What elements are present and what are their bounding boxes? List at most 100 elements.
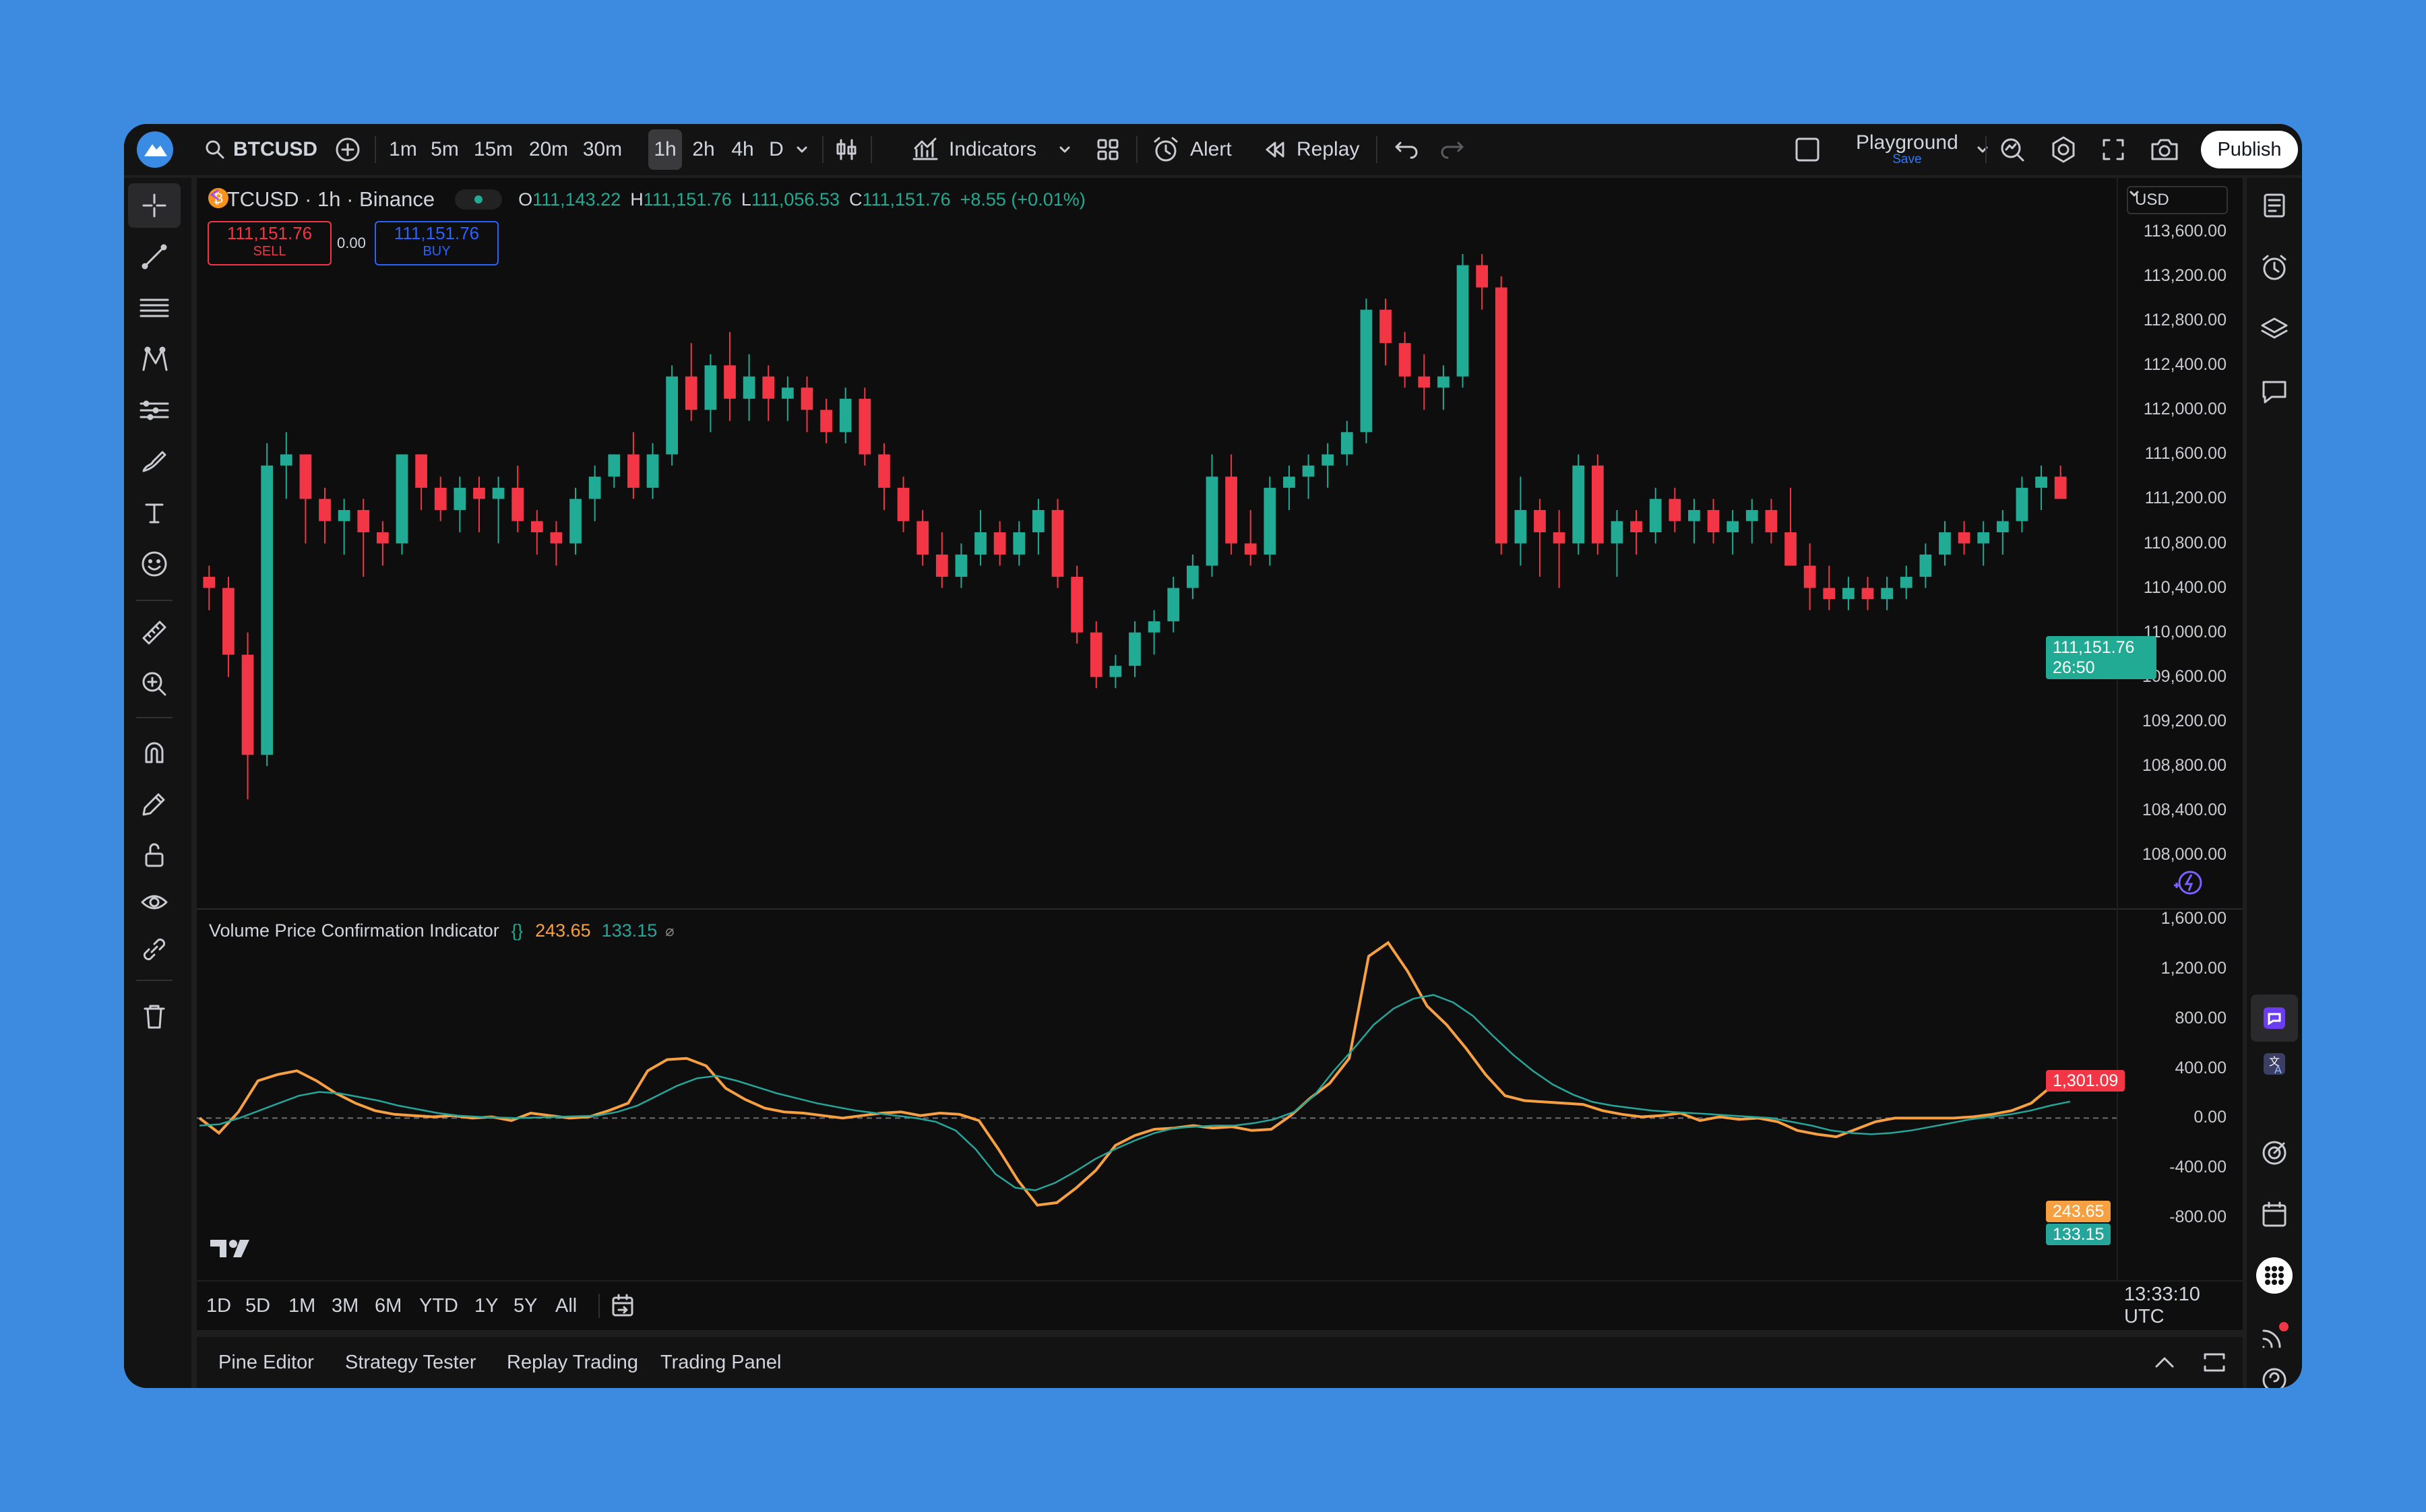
layouts-button[interactable] — [1094, 124, 1121, 175]
range-3m[interactable]: 3M — [332, 1282, 359, 1330]
timeframe-2h[interactable]: 2h — [686, 129, 721, 170]
brush-tool[interactable] — [128, 439, 181, 484]
candle — [955, 543, 968, 588]
forecast-tool[interactable] — [128, 388, 181, 433]
indicator-tag-signal: 133.15 — [2046, 1224, 2111, 1245]
range-1y[interactable]: 1Y — [474, 1282, 498, 1330]
chart-canvas[interactable] — [197, 178, 2243, 1280]
publish-button[interactable]: Publish — [2201, 131, 2298, 168]
ruler-icon — [142, 621, 166, 645]
indicator-name[interactable]: Volume Price Confirmation Indicator — [209, 920, 499, 941]
source-code-icon[interactable]: {} — [511, 920, 523, 941]
buy-button[interactable]: 111,151.76 BUY — [375, 221, 499, 265]
settings-button[interactable] — [2049, 124, 2078, 175]
market-status[interactable] — [210, 189, 503, 210]
measure-tool[interactable] — [128, 610, 181, 655]
watchlist-button[interactable] — [2251, 182, 2298, 229]
fullscreen-button[interactable] — [2100, 124, 2127, 175]
indicators-button[interactable]: Indicators — [911, 124, 1073, 175]
candle — [377, 521, 389, 566]
candle — [1803, 543, 1816, 610]
notifications-button[interactable] — [2251, 1313, 2298, 1360]
candle-series — [203, 254, 2067, 800]
alerts-button[interactable] — [2251, 244, 2298, 291]
candle — [1456, 254, 1469, 388]
currency-select[interactable]: USD — [2127, 186, 2228, 214]
tab-trading-panel[interactable]: Trading Panel — [660, 1337, 781, 1388]
redo-button[interactable] — [1441, 124, 1468, 175]
symbol-name: BTCUSD — [233, 138, 317, 160]
hide-tool[interactable] — [128, 880, 181, 924]
price-axis-label: 111,200.00 — [2144, 489, 2227, 508]
timeframe-20m[interactable]: 20m — [522, 129, 576, 170]
symbol-title[interactable]: BTCUSD · 1h · Binance — [213, 187, 435, 212]
keep-drawing-tool[interactable] — [128, 782, 181, 826]
candle — [2035, 465, 2047, 510]
crosshair-tool[interactable] — [128, 183, 181, 228]
timeframe-15m[interactable]: 15m — [468, 129, 519, 170]
quick-search-button[interactable] — [1997, 124, 2027, 175]
products-button[interactable] — [2251, 1252, 2298, 1299]
trendline-tool[interactable] — [128, 234, 181, 279]
delete-tool[interactable] — [128, 995, 181, 1039]
help-button[interactable] — [2251, 1365, 2298, 1388]
text-tool[interactable] — [128, 491, 181, 535]
range-ytd[interactable]: YTD — [419, 1282, 458, 1330]
replay-button[interactable]: Replay — [1263, 124, 1359, 175]
symbol-search[interactable]: BTCUSD — [204, 124, 317, 175]
hotlists-button[interactable] — [2251, 1129, 2298, 1176]
tab-replay-trading[interactable]: Replay Trading — [507, 1337, 638, 1388]
timeframe-1m[interactable]: 1m — [384, 129, 422, 170]
layout-square-icon — [1795, 137, 1820, 162]
undo-button[interactable] — [1391, 124, 1418, 175]
range-1d[interactable]: 1D — [206, 1282, 231, 1330]
range-1m[interactable]: 1M — [288, 1282, 315, 1330]
object-tree-button[interactable] — [2251, 306, 2298, 353]
range-5y[interactable]: 5Y — [514, 1282, 537, 1330]
chart-type-button[interactable] — [833, 124, 860, 175]
assistant-icon — [2264, 1007, 2285, 1029]
maximize-panel-button[interactable] — [2201, 1337, 2228, 1388]
chart-area[interactable]: ₿ BTCUSD · 1h · Binance O 111,143.22 H 1… — [197, 178, 2243, 1329]
calendar-button[interactable] — [2251, 1191, 2298, 1238]
candle — [1476, 254, 1489, 310]
alert-button[interactable]: Alert — [1151, 124, 1232, 175]
timeframe-5m[interactable]: 5m — [425, 129, 465, 170]
lock-tool[interactable] — [128, 833, 181, 877]
layout-select[interactable]: Playground Save — [1793, 124, 1991, 175]
range-5d[interactable]: 5D — [245, 1282, 270, 1330]
zoom-tool[interactable] — [128, 662, 181, 706]
timeframe-30m[interactable]: 30m — [578, 129, 627, 170]
candle — [299, 454, 312, 544]
pattern-tool[interactable] — [128, 337, 181, 381]
sell-button[interactable]: 111,151.76 SELL — [208, 221, 332, 265]
tab-pine-editor[interactable]: Pine Editor — [218, 1337, 314, 1388]
layers-icon — [2261, 317, 2288, 339]
clock[interactable]: 13:33:10 UTC — [2124, 1282, 2243, 1330]
app-window: BTCUSD 1m 5m 15m 20m 30m 1h 2h 4h D Indi… — [124, 124, 2302, 1388]
layout-name: Playground — [1856, 131, 1958, 154]
user-avatar[interactable] — [136, 124, 177, 175]
ai-assistant-button[interactable] — [2251, 995, 2298, 1042]
chats-button[interactable] — [2251, 368, 2298, 415]
candle — [1264, 476, 1276, 566]
emoji-tool[interactable] — [128, 542, 181, 586]
range-all[interactable]: All — [555, 1282, 577, 1330]
timeframe-4h[interactable]: 4h — [725, 129, 760, 170]
magnet-tool[interactable] — [128, 730, 181, 775]
collapse-panel-button[interactable] — [2151, 1337, 2178, 1388]
fib-tool[interactable] — [128, 286, 181, 330]
tab-strategy-tester[interactable]: Strategy Tester — [345, 1337, 476, 1388]
candle — [859, 387, 871, 466]
snapshot-button[interactable] — [2150, 124, 2179, 175]
timeframe-d[interactable]: D — [763, 129, 790, 170]
link-tool[interactable] — [128, 927, 181, 972]
layout-save-label[interactable]: Save — [1892, 153, 1921, 166]
timeframe-dropdown[interactable] — [794, 124, 810, 175]
range-6m[interactable]: 6M — [375, 1282, 402, 1330]
signal-feed-icon — [2262, 1322, 2289, 1348]
compare-button[interactable] — [334, 124, 361, 175]
goto-date-button[interactable] — [609, 1282, 636, 1330]
timeframe-1h[interactable]: 1h — [648, 129, 682, 170]
translate-button[interactable]: 文A — [2251, 1040, 2298, 1088]
